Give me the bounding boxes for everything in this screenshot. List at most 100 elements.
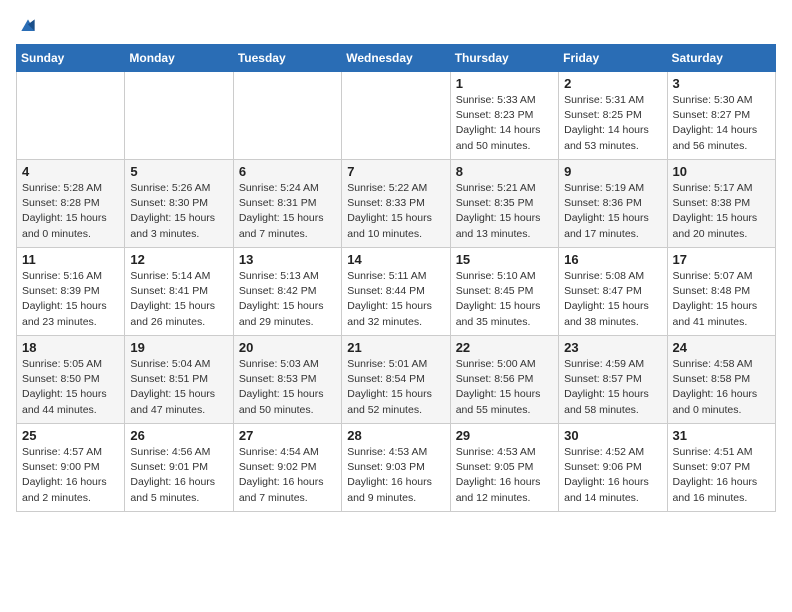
day-number: 3 [673,76,770,91]
cell-info: Sunset: 8:58 PM [673,372,770,387]
cell-info: Sunset: 8:30 PM [130,196,227,211]
calendar-cell: 4Sunrise: 5:28 AMSunset: 8:28 PMDaylight… [17,160,125,248]
calendar-table: SundayMondayTuesdayWednesdayThursdayFrid… [16,44,776,512]
calendar-cell: 16Sunrise: 5:08 AMSunset: 8:47 PMDayligh… [559,248,667,336]
cell-info: and 56 minutes. [673,139,770,154]
cell-info: Daylight: 15 hours [456,211,553,226]
page-header [16,16,776,36]
cell-info: Sunrise: 4:53 AM [456,445,553,460]
cell-info: Sunset: 9:01 PM [130,460,227,475]
cell-info: Daylight: 15 hours [239,299,336,314]
day-number: 28 [347,428,444,443]
cell-info: Daylight: 15 hours [564,299,661,314]
cell-info: Daylight: 15 hours [130,211,227,226]
calendar-cell [342,72,450,160]
cell-info: Sunset: 8:31 PM [239,196,336,211]
cell-info: Sunset: 8:42 PM [239,284,336,299]
col-header-thursday: Thursday [450,45,558,72]
day-number: 30 [564,428,661,443]
cell-info: Sunrise: 5:03 AM [239,357,336,372]
cell-info: Daylight: 15 hours [347,299,444,314]
day-number: 26 [130,428,227,443]
cell-info: and 14 minutes. [564,491,661,506]
cell-info: and 10 minutes. [347,227,444,242]
day-number: 14 [347,252,444,267]
day-number: 23 [564,340,661,355]
cell-info: Sunset: 9:03 PM [347,460,444,475]
cell-info: Sunset: 9:02 PM [239,460,336,475]
calendar-header-row: SundayMondayTuesdayWednesdayThursdayFrid… [17,45,776,72]
cell-info: Sunset: 8:41 PM [130,284,227,299]
calendar-cell: 26Sunrise: 4:56 AMSunset: 9:01 PMDayligh… [125,424,233,512]
cell-info: Sunset: 8:33 PM [347,196,444,211]
col-header-wednesday: Wednesday [342,45,450,72]
cell-info: Daylight: 15 hours [564,211,661,226]
cell-info: Sunrise: 5:00 AM [456,357,553,372]
cell-info: Sunrise: 5:19 AM [564,181,661,196]
day-number: 1 [456,76,553,91]
calendar-cell [125,72,233,160]
cell-info: Sunset: 8:48 PM [673,284,770,299]
day-number: 19 [130,340,227,355]
cell-info: and 0 minutes. [673,403,770,418]
cell-info: Sunset: 9:06 PM [564,460,661,475]
col-header-tuesday: Tuesday [233,45,341,72]
cell-info: Sunrise: 4:54 AM [239,445,336,460]
cell-info: Sunset: 8:45 PM [456,284,553,299]
day-number: 15 [456,252,553,267]
day-number: 25 [22,428,119,443]
cell-info: Sunrise: 5:26 AM [130,181,227,196]
day-number: 16 [564,252,661,267]
cell-info: Sunset: 9:00 PM [22,460,119,475]
calendar-cell [17,72,125,160]
cell-info: Sunset: 8:56 PM [456,372,553,387]
cell-info: Daylight: 14 hours [456,123,553,138]
day-number: 12 [130,252,227,267]
col-header-saturday: Saturday [667,45,775,72]
calendar-cell: 1Sunrise: 5:33 AMSunset: 8:23 PMDaylight… [450,72,558,160]
calendar-cell: 21Sunrise: 5:01 AMSunset: 8:54 PMDayligh… [342,336,450,424]
cell-info: Sunrise: 5:33 AM [456,93,553,108]
cell-info: Daylight: 15 hours [347,387,444,402]
cell-info: Sunset: 8:51 PM [130,372,227,387]
cell-info: Sunrise: 5:28 AM [22,181,119,196]
cell-info: Sunrise: 4:51 AM [673,445,770,460]
calendar-cell: 20Sunrise: 5:03 AMSunset: 8:53 PMDayligh… [233,336,341,424]
cell-info: Sunrise: 5:07 AM [673,269,770,284]
cell-info: Sunrise: 5:17 AM [673,181,770,196]
calendar-cell: 6Sunrise: 5:24 AMSunset: 8:31 PMDaylight… [233,160,341,248]
calendar-cell: 31Sunrise: 4:51 AMSunset: 9:07 PMDayligh… [667,424,775,512]
day-number: 24 [673,340,770,355]
calendar-cell: 15Sunrise: 5:10 AMSunset: 8:45 PMDayligh… [450,248,558,336]
week-row-5: 25Sunrise: 4:57 AMSunset: 9:00 PMDayligh… [17,424,776,512]
cell-info: Sunset: 8:27 PM [673,108,770,123]
calendar-cell: 2Sunrise: 5:31 AMSunset: 8:25 PMDaylight… [559,72,667,160]
calendar-cell: 24Sunrise: 4:58 AMSunset: 8:58 PMDayligh… [667,336,775,424]
day-number: 17 [673,252,770,267]
cell-info: and 17 minutes. [564,227,661,242]
cell-info: Daylight: 16 hours [347,475,444,490]
cell-info: Sunrise: 5:05 AM [22,357,119,372]
day-number: 2 [564,76,661,91]
cell-info: Sunrise: 5:21 AM [456,181,553,196]
calendar-cell: 25Sunrise: 4:57 AMSunset: 9:00 PMDayligh… [17,424,125,512]
cell-info: and 9 minutes. [347,491,444,506]
cell-info: Sunset: 8:36 PM [564,196,661,211]
day-number: 20 [239,340,336,355]
cell-info: Daylight: 15 hours [347,211,444,226]
calendar-cell [233,72,341,160]
cell-info: Daylight: 14 hours [564,123,661,138]
day-number: 18 [22,340,119,355]
cell-info: Sunrise: 4:53 AM [347,445,444,460]
cell-info: Sunrise: 5:24 AM [239,181,336,196]
col-header-monday: Monday [125,45,233,72]
cell-info: Daylight: 15 hours [22,387,119,402]
logo [16,16,38,36]
calendar-cell: 19Sunrise: 5:04 AMSunset: 8:51 PMDayligh… [125,336,233,424]
cell-info: and 41 minutes. [673,315,770,330]
cell-info: Sunset: 8:38 PM [673,196,770,211]
cell-info: and 16 minutes. [673,491,770,506]
calendar-cell: 23Sunrise: 4:59 AMSunset: 8:57 PMDayligh… [559,336,667,424]
day-number: 27 [239,428,336,443]
day-number: 13 [239,252,336,267]
